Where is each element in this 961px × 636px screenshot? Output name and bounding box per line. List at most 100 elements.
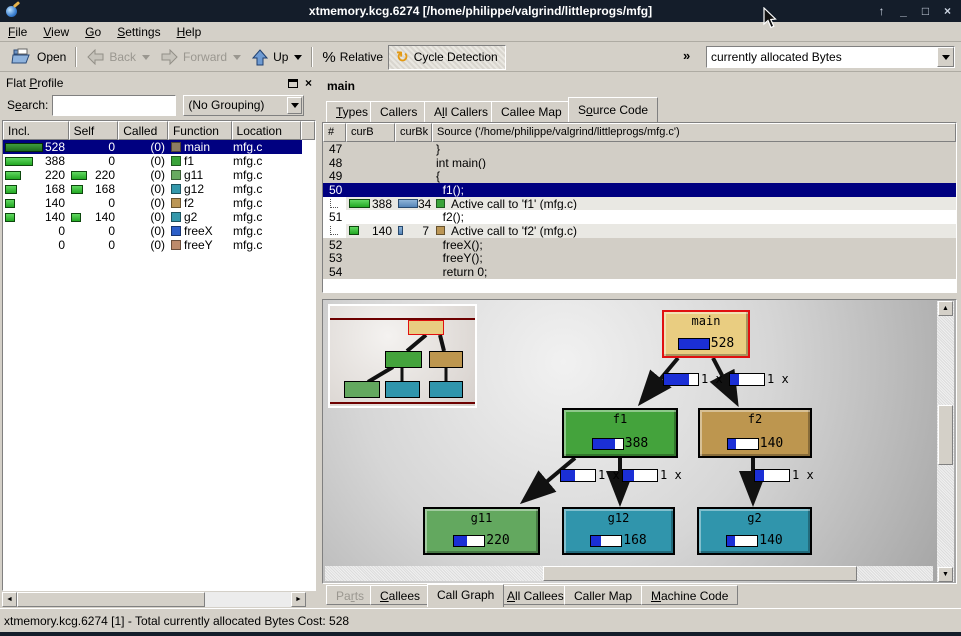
table-row[interactable]: 00(0)freeYmfg.c [3,238,315,252]
table-row[interactable]: 168168(0)g12mfg.c [3,182,315,196]
maximize-button[interactable]: □ [918,4,933,18]
tab-parts[interactable]: Parts [326,585,374,605]
dock-close-icon[interactable]: × [305,76,312,90]
tab-callees[interactable]: Callees [370,585,430,605]
close-button[interactable]: × [940,4,955,18]
graph-node-f2[interactable]: f2140 [698,408,812,458]
forward-dropdown-icon[interactable] [233,55,241,60]
table-row[interactable]: 3880(0)f1mfg.c [3,154,315,168]
open-button[interactable]: Open [6,45,71,69]
edge-label-main-f2[interactable]: 1 x [729,372,789,386]
menu-settings[interactable]: Settings [109,23,168,41]
column-header-Incl.[interactable]: Incl. [3,121,69,140]
source-line[interactable]: 51 f2(); [323,210,956,224]
active-call-row[interactable]: 38834Active call to 'f1' (mfg.c) [323,197,956,211]
graph-node-main[interactable]: main528 [662,310,750,358]
up-dropdown-icon[interactable] [294,55,302,60]
call-graph-panel[interactable]: main528f1388f2140g11220g12168g2140 1 x1 … [322,299,957,584]
scroll-right-icon[interactable]: ► [291,592,306,607]
graph-overview-map[interactable] [328,304,477,408]
menu-help[interactable]: Help [169,23,210,41]
relative-button[interactable]: % Relative [317,45,388,69]
edge-label-f2-g2[interactable]: 1 x [754,468,814,482]
source-column-header[interactable]: curB [346,123,395,142]
column-header-Self[interactable]: Self [69,121,119,140]
up-button[interactable]: Up [246,45,307,69]
shade-button[interactable]: ↑ [874,4,889,18]
event-type-combobox[interactable]: currently allocated Bytes [706,46,955,68]
graph-node-f1[interactable]: f1388 [562,408,678,458]
column-header-Function[interactable]: Function [168,121,232,140]
called-cell: (0) [119,182,169,196]
scrollbar-thumb[interactable] [938,405,953,465]
column-header-Called[interactable]: Called [118,121,168,140]
scroll-down-icon[interactable]: ▼ [938,567,953,582]
self-cell: 0 [69,238,119,252]
tab-callers[interactable]: Callers [370,101,427,122]
source-line[interactable]: 54 return 0; [323,265,956,279]
graph-vscrollbar[interactable]: ▲ ▼ [937,301,954,582]
scrollbar-thumb[interactable] [17,592,205,607]
flat-profile-hscrollbar[interactable]: ◄ ► [2,592,306,607]
combo-dropdown-icon[interactable] [937,47,954,67]
active-call-row[interactable]: 1407Active call to 'f2' (mfg.c) [323,224,956,238]
tab-source-code[interactable]: Source Code [568,97,658,122]
incl-value: 0 [3,238,69,252]
function-title: main [327,79,355,93]
grouping-combobox[interactable]: (No Grouping) [183,95,304,116]
back-button[interactable]: Back [81,45,155,69]
tab-caller-map[interactable]: Caller Map [564,585,642,605]
tab-all-callees[interactable]: All Callees [497,585,574,605]
table-row[interactable]: 00(0)freeXmfg.c [3,224,315,238]
menu-view[interactable]: View [35,23,77,41]
forward-button[interactable]: Forward [155,45,246,69]
graph-node-g11[interactable]: g11220 [423,507,540,555]
scroll-left-icon[interactable]: ◄ [2,592,17,607]
toolbar-overflow-chevron[interactable]: » [683,48,690,63]
source-line[interactable]: 47} [323,142,956,156]
tab-machine-code[interactable]: Machine Code [641,585,738,605]
edge-label-main-f1[interactable]: 1 x [663,372,723,386]
window-border [0,632,961,636]
graph-node-g2[interactable]: g2140 [697,507,812,555]
table-row[interactable]: 140140(0)g2mfg.c [3,210,315,224]
incl-cell: 388 [3,154,69,168]
back-dropdown-icon[interactable] [142,55,150,60]
minimize-button[interactable]: _ [896,4,911,18]
tab-call-graph[interactable]: Call Graph [427,584,504,607]
forward-icon [160,49,179,65]
scroll-up-icon[interactable]: ▲ [938,301,953,316]
incl-bar [5,213,15,222]
source-line[interactable]: 48int main() [323,156,956,170]
combo-dropdown-icon[interactable] [287,97,302,114]
source-line[interactable]: 53 freeY(); [323,252,956,266]
search-input[interactable] [52,95,176,116]
flat-profile-header: Incl.SelfCalledFunctionLocation [3,121,315,140]
menu-go[interactable]: Go [77,23,109,41]
table-row[interactable]: 5280(0)mainmfg.c [3,140,315,154]
column-header-Location[interactable]: Location [232,121,302,140]
source-line[interactable]: 49{ [323,169,956,183]
scrollbar-thumb[interactable] [543,566,857,581]
source-column-header[interactable]: # [323,123,346,142]
source-line[interactable]: 52 freeX(); [323,238,956,252]
dock-float-icon[interactable] [288,79,298,88]
flat-profile-vscrollbar[interactable] [302,140,315,590]
edge-label-f1-g12[interactable]: 1 x [622,468,682,482]
cycle-detection-button[interactable]: ↺ Cycle Detection [388,45,506,70]
edge-label-f1-g11[interactable]: 1 x [560,468,620,482]
node-cost-bar [726,535,758,547]
tab-callee-map[interactable]: Callee Map [491,101,572,122]
column-header-spacer[interactable] [301,121,315,140]
table-row[interactable]: 1400(0)f2mfg.c [3,196,315,210]
tab-all-callers[interactable]: All Callers [424,101,498,122]
graph-node-g12[interactable]: g12168 [562,507,675,555]
menu-file[interactable]: File [0,23,35,41]
source-cell: { [432,169,956,183]
source-line[interactable]: 50 f1(); [323,183,956,197]
called-cell: (0) [119,224,169,238]
table-row[interactable]: 220220(0)g11mfg.c [3,168,315,182]
graph-hscrollbar[interactable] [325,566,933,581]
source-column-header[interactable]: curBk [395,123,432,142]
source-column-header[interactable]: Source ('/home/philippe/valgrind/littlep… [432,123,956,142]
